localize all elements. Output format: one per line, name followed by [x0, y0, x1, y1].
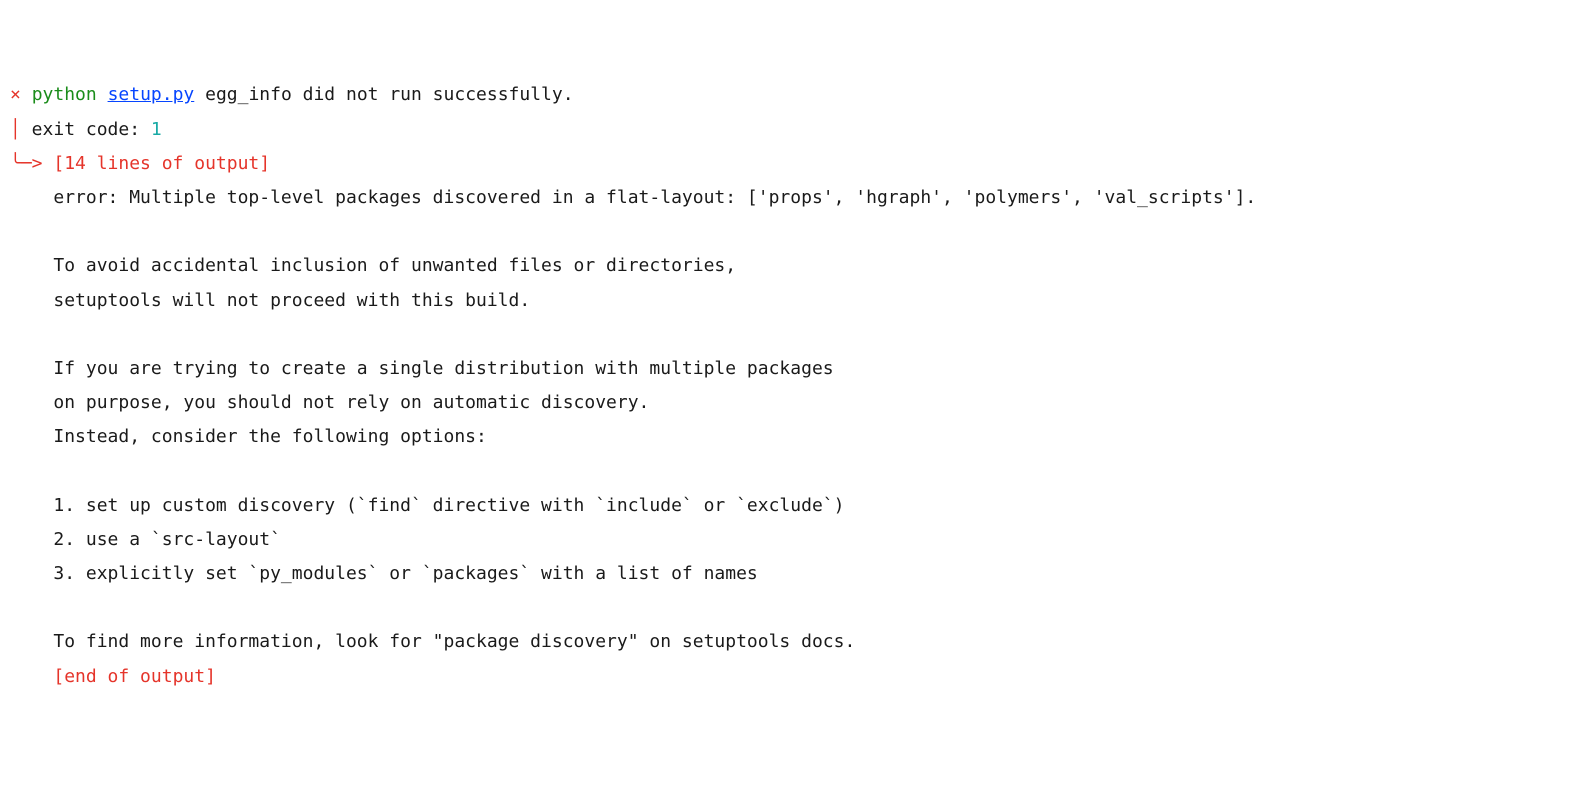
end-of-output-label: [end of output] — [53, 666, 216, 687]
indent — [10, 460, 53, 481]
indent — [10, 666, 53, 687]
terminal-output: × python setup.py egg_info did not run s… — [10, 78, 1586, 693]
setup-py-link[interactable]: setup.py — [108, 84, 195, 105]
indent — [10, 358, 53, 379]
indent — [10, 187, 53, 208]
output-line: error: Multiple top-level packages disco… — [53, 187, 1256, 208]
error-cross-icon: × — [10, 84, 21, 105]
indent — [10, 392, 53, 413]
indent — [10, 221, 53, 242]
python-token: python — [32, 84, 97, 105]
indent — [10, 631, 53, 652]
output-line: To avoid accidental inclusion of unwante… — [53, 255, 736, 276]
indent — [10, 324, 53, 345]
exit-code-label: exit code: — [21, 119, 151, 140]
arrow-icon: ╰─> — [10, 153, 43, 174]
output-line: on purpose, you should not rely on autom… — [53, 392, 649, 413]
indent — [10, 495, 53, 516]
output-line: 2. use a `src-layout` — [53, 529, 281, 550]
output-line: setuptools will not proceed with this bu… — [53, 290, 530, 311]
header-text: egg_info did not run successfully. — [194, 84, 573, 105]
output-line: 1. set up custom discovery (`find` direc… — [53, 495, 844, 516]
indent — [10, 597, 53, 618]
output-line: If you are trying to create a single dis… — [53, 358, 833, 379]
indent — [10, 529, 53, 550]
indent — [10, 290, 53, 311]
output-line: Instead, consider the following options: — [53, 426, 486, 447]
pipe-icon: │ — [10, 119, 21, 140]
indent — [10, 426, 53, 447]
indent — [10, 563, 53, 584]
indent — [10, 255, 53, 276]
output-line: To find more information, look for "pack… — [53, 631, 855, 652]
output-line: 3. explicitly set `py_modules` or `packa… — [53, 563, 757, 584]
exit-code-value: 1 — [151, 119, 162, 140]
lines-of-output-label: [14 lines of output] — [43, 153, 271, 174]
